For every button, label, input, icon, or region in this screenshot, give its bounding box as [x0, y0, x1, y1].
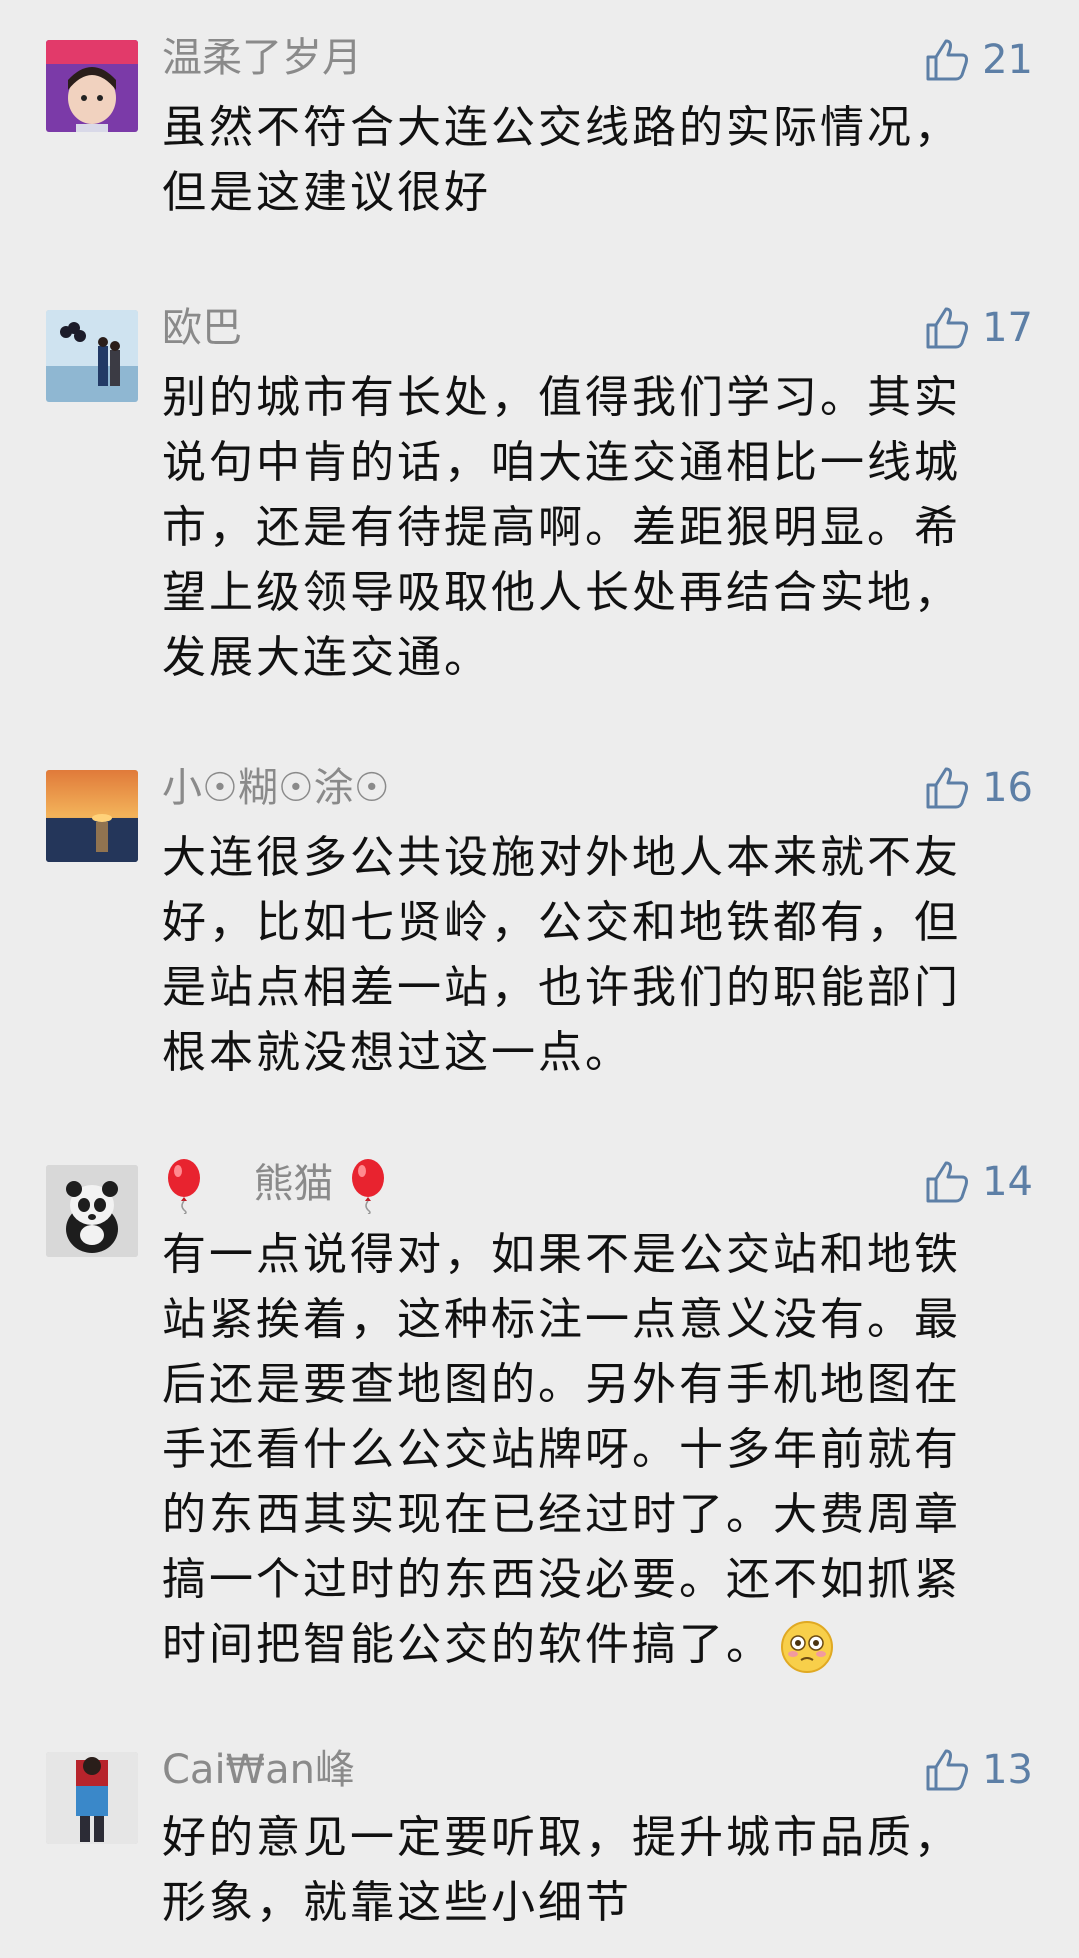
comment-text: 有一点说得对，如果不是公交站和地铁 站紧挨着，这种标注一点意义没有。最 后还是要…: [162, 1222, 1002, 1677]
like-count: 13: [982, 1747, 1033, 1793]
comment-line: 是站点相差一站，也许我们的职能部门: [162, 962, 961, 1013]
nickname[interactable]: 欧巴: [162, 303, 242, 353]
comment-line: 好的意见一定要听取，提升城市品质，: [162, 1812, 961, 1863]
flushed-face-emoji: [781, 1621, 833, 1673]
comment-line: 好，比如七贤岭，公交和地铁都有，但: [162, 897, 961, 948]
like-button[interactable]: 16: [922, 758, 1033, 818]
comment-text: 好的意见一定要听取，提升城市品质， 形象，就靠这些小细节: [162, 1805, 1002, 1935]
comment-text: 别的城市有长处，值得我们学习。其实 说句中肯的话，咱大连交通相比一线城 市，还是…: [162, 365, 1002, 690]
comment-line: 时间把智能公交的软件搞了。: [162, 1612, 1002, 1677]
avatar[interactable]: [46, 310, 138, 402]
thumbs-up-icon: [926, 307, 969, 349]
comment-line: 根本就没想过这一点。: [162, 1027, 632, 1078]
comment-line: 大连很多公共设施对外地人本来就不友: [162, 832, 961, 883]
comment-line: 后还是要查地图的。另外有手机地图在: [162, 1359, 961, 1410]
comment-line: 手还看什么公交站牌呀。十多年前就有: [162, 1424, 961, 1475]
comment-text: 虽然不符合大连公交线路的实际情况， 但是这建议很好: [162, 95, 1002, 225]
avatar[interactable]: [46, 1165, 138, 1257]
red-balloon-emoji: [168, 1159, 200, 1214]
like-button[interactable]: 13: [922, 1740, 1033, 1800]
comment-line: 别的城市有长处，值得我们学习。其实: [162, 372, 961, 423]
avatar[interactable]: [46, 40, 138, 132]
comment-text: 大连很多公共设施对外地人本来就不友 好，比如七贤岭，公交和地铁都有，但 是站点相…: [162, 825, 1002, 1085]
like-count: 17: [982, 305, 1033, 351]
comment-line-text: 时间把智能公交的软件搞了。: [162, 1619, 773, 1670]
like-button[interactable]: 17: [922, 298, 1033, 358]
comment-line: 说句中肯的话，咱大连交通相比一线城: [162, 437, 961, 488]
nickname[interactable]: Cai₩an峰: [162, 1745, 355, 1795]
thumbs-up-icon: [926, 1749, 969, 1791]
like-count: 14: [982, 1159, 1033, 1205]
comment-line: 有一点说得对，如果不是公交站和地铁: [162, 1229, 961, 1280]
avatar[interactable]: [46, 1752, 138, 1844]
like-button[interactable]: 14: [922, 1152, 1033, 1212]
comment-line: 站紧挨着，这种标注一点意义没有。最: [162, 1294, 961, 1345]
nickname[interactable]: 小☉糊☉涂☉: [162, 763, 390, 813]
like-button[interactable]: 21: [922, 30, 1033, 90]
comment-line: 虽然不符合大连公交线路的实际情况，: [162, 102, 961, 153]
comment-line: 的东西其实现在已经过时了。大费周章: [162, 1489, 961, 1540]
red-balloon-emoji: [352, 1159, 385, 1214]
like-count: 16: [982, 765, 1033, 811]
thumbs-up-icon: [926, 1161, 969, 1203]
nickname[interactable]: 温柔了岁月: [162, 33, 362, 83]
like-count: 21: [982, 37, 1033, 83]
comment-line: 搞一个过时的东西没必要。还不如抓紧: [162, 1554, 961, 1605]
nickname-text: 熊猫: [253, 1161, 334, 1207]
comment-line: 望上级领导吸取他人长处再结合实地，: [162, 567, 961, 618]
comment-line: 形象，就靠这些小细节: [162, 1877, 632, 1928]
comment-line: 但是这建议很好: [162, 167, 491, 218]
thumbs-up-icon: [926, 767, 969, 809]
comment-line: 市，还是有待提高啊。差距狠明显。希: [162, 502, 961, 553]
nickname[interactable]: 熊猫: [162, 1158, 390, 1214]
thumbs-up-icon: [926, 39, 969, 81]
comment-line: 发展大连交通。: [162, 632, 491, 683]
avatar[interactable]: [46, 770, 138, 862]
